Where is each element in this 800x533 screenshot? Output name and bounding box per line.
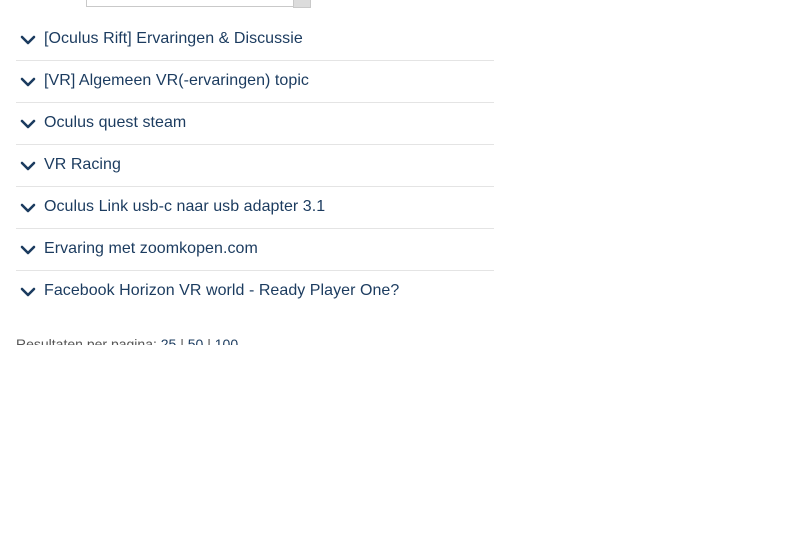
- per-page-separator: |: [207, 336, 211, 345]
- chevron-down-icon[interactable]: [20, 116, 36, 132]
- results-per-page: Resultaten per pagina: 25 | 50 | 100: [16, 335, 316, 345]
- per-page-option-25[interactable]: 25: [161, 336, 177, 345]
- chevron-down-icon[interactable]: [20, 242, 36, 258]
- per-page-separator: |: [180, 336, 184, 345]
- topic-item[interactable]: Oculus quest steam: [16, 103, 494, 145]
- chevron-down-icon[interactable]: [20, 284, 36, 300]
- search-input[interactable]: [86, 0, 295, 7]
- topic-title[interactable]: Facebook Horizon VR world - Ready Player…: [44, 282, 399, 300]
- topic-item[interactable]: [Oculus Rift] Ervaringen & Discussie: [16, 19, 494, 61]
- topic-title[interactable]: VR Racing: [44, 156, 121, 174]
- chevron-down-icon[interactable]: [20, 32, 36, 48]
- chevron-down-icon[interactable]: [20, 158, 36, 174]
- search-field-area: [0, 0, 800, 8]
- topic-title[interactable]: [Oculus Rift] Ervaringen & Discussie: [44, 30, 303, 48]
- topic-item[interactable]: VR Racing: [16, 145, 494, 187]
- topic-title[interactable]: [VR] Algemeen VR(-ervaringen) topic: [44, 72, 309, 90]
- topic-item[interactable]: Ervaring met zoomkopen.com: [16, 229, 494, 271]
- search-input-button[interactable]: [293, 0, 311, 8]
- related-topics-list: [Oculus Rift] Ervaringen & Discussie [VR…: [16, 19, 494, 312]
- topic-title[interactable]: Oculus quest steam: [44, 114, 186, 132]
- per-page-option-50[interactable]: 50: [188, 336, 204, 345]
- chevron-down-icon[interactable]: [20, 200, 36, 216]
- per-page-option-100[interactable]: 100: [215, 336, 238, 345]
- topic-title[interactable]: Oculus Link usb-c naar usb adapter 3.1: [44, 198, 325, 216]
- chevron-down-icon[interactable]: [20, 74, 36, 90]
- topic-item[interactable]: Oculus Link usb-c naar usb adapter 3.1: [16, 187, 494, 229]
- topic-item[interactable]: [VR] Algemeen VR(-ervaringen) topic: [16, 61, 494, 103]
- results-per-page-label: Resultaten per pagina:: [16, 336, 157, 345]
- topic-title[interactable]: Ervaring met zoomkopen.com: [44, 240, 258, 258]
- topic-item[interactable]: Facebook Horizon VR world - Ready Player…: [16, 271, 494, 312]
